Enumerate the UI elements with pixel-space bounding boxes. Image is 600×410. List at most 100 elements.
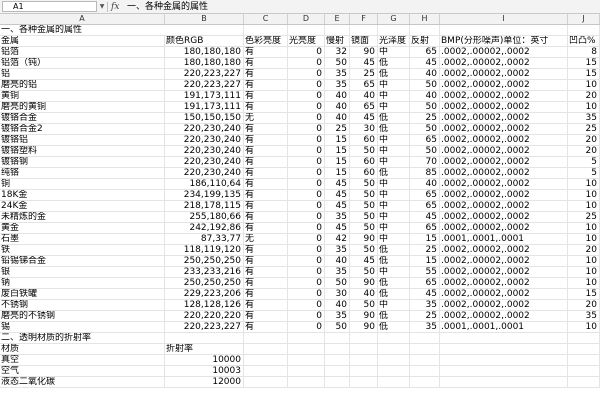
cell-h13[interactable]: 70 xyxy=(410,157,440,168)
cell-b33[interactable]: 12000 xyxy=(165,377,244,388)
cell-i25[interactable]: .0002,.00002,.0002 xyxy=(440,289,568,300)
cell-f8[interactable]: 65 xyxy=(350,102,378,113)
cell-j18[interactable]: 25 xyxy=(568,212,600,223)
cell-c5[interactable]: 有 xyxy=(244,69,288,80)
cell-f12[interactable]: 50 xyxy=(350,146,378,157)
cell-e26[interactable]: 40 xyxy=(325,300,350,311)
cell-d8[interactable]: 0 xyxy=(288,102,325,113)
cell-g30[interactable] xyxy=(378,344,410,355)
column-header-j[interactable]: J xyxy=(568,14,600,24)
cell-g25[interactable]: 低 xyxy=(378,289,410,300)
cell-i30[interactable] xyxy=(440,344,568,355)
cell-g24[interactable]: 低 xyxy=(378,278,410,289)
cell-c32[interactable] xyxy=(244,366,288,377)
cell-g13[interactable]: 中 xyxy=(378,157,410,168)
cell-c7[interactable]: 有 xyxy=(244,91,288,102)
cell-f3[interactable]: 90 xyxy=(350,47,378,58)
cell-j17[interactable]: 10 xyxy=(568,201,600,212)
cell-g19[interactable]: 中 xyxy=(378,223,410,234)
cell-a29[interactable]: 二、透明材质的折射率 xyxy=(0,333,165,344)
cell-c14[interactable]: 有 xyxy=(244,168,288,179)
cell-f6[interactable]: 65 xyxy=(350,80,378,91)
cell-b7[interactable]: 191,173,111 xyxy=(165,91,244,102)
cell-j16[interactable]: 10 xyxy=(568,190,600,201)
column-header-i[interactable]: I xyxy=(440,14,568,24)
cell-d3[interactable]: 0 xyxy=(288,47,325,58)
cell-i26[interactable]: .0002,.00002,.0002 xyxy=(440,300,568,311)
cell-i12[interactable]: .0002,.00002,.0002 xyxy=(440,146,568,157)
cell-d24[interactable]: 0 xyxy=(288,278,325,289)
cell-e27[interactable]: 35 xyxy=(325,311,350,322)
cell-g18[interactable]: 中 xyxy=(378,212,410,223)
cell-e22[interactable]: 40 xyxy=(325,256,350,267)
cell-e29[interactable] xyxy=(325,333,350,344)
cell-e25[interactable]: 30 xyxy=(325,289,350,300)
cell-h2[interactable]: 反射 xyxy=(410,36,440,47)
cell-c12[interactable]: 有 xyxy=(244,146,288,157)
column-header-b[interactable]: B xyxy=(165,14,244,24)
cell-c30[interactable] xyxy=(244,344,288,355)
cell-e3[interactable]: 32 xyxy=(325,47,350,58)
cell-c1[interactable] xyxy=(244,25,288,36)
cell-h6[interactable]: 50 xyxy=(410,80,440,91)
cell-j2[interactable]: 凹凸% xyxy=(568,36,600,47)
cell-h5[interactable]: 40 xyxy=(410,69,440,80)
cell-e23[interactable]: 35 xyxy=(325,267,350,278)
cell-g16[interactable]: 中 xyxy=(378,190,410,201)
cell-a26[interactable]: 不锈钢 xyxy=(0,300,165,311)
cell-j21[interactable]: 20 xyxy=(568,245,600,256)
cell-g1[interactable] xyxy=(378,25,410,36)
formula-input[interactable]: 一、各种金属的属性 xyxy=(127,0,208,14)
cell-f1[interactable] xyxy=(350,25,378,36)
cell-a21[interactable]: 铁 xyxy=(0,245,165,256)
cell-c21[interactable]: 有 xyxy=(244,245,288,256)
cell-i21[interactable]: .0002,.00002,.0002 xyxy=(440,245,568,256)
cell-e31[interactable] xyxy=(325,355,350,366)
cell-i15[interactable]: .0002,.00002,.0002 xyxy=(440,179,568,190)
cell-g15[interactable]: 中 xyxy=(378,179,410,190)
cell-g14[interactable]: 低 xyxy=(378,168,410,179)
insert-function-icon[interactable]: fx xyxy=(111,0,119,14)
cell-e28[interactable]: 50 xyxy=(325,322,350,333)
cell-c20[interactable]: 无 xyxy=(244,234,288,245)
cell-j22[interactable]: 10 xyxy=(568,256,600,267)
cell-c25[interactable]: 有 xyxy=(244,289,288,300)
cell-h9[interactable]: 25 xyxy=(410,113,440,124)
cell-a1[interactable]: 一、各种金属的属性 xyxy=(0,25,165,36)
cell-j13[interactable]: 5 xyxy=(568,157,600,168)
cell-f23[interactable]: 50 xyxy=(350,267,378,278)
cell-j32[interactable] xyxy=(568,366,600,377)
cell-g22[interactable]: 低 xyxy=(378,256,410,267)
column-header-e[interactable]: E xyxy=(325,14,350,24)
cell-i4[interactable]: .0002,.00002,.0002 xyxy=(440,58,568,69)
cell-a7[interactable]: 黄铜 xyxy=(0,91,165,102)
cell-d31[interactable] xyxy=(288,355,325,366)
cell-c22[interactable]: 有 xyxy=(244,256,288,267)
cell-f5[interactable]: 25 xyxy=(350,69,378,80)
cell-a15[interactable]: 铜 xyxy=(0,179,165,190)
cell-j1[interactable] xyxy=(568,25,600,36)
cell-j6[interactable]: 10 xyxy=(568,80,600,91)
cell-e6[interactable]: 35 xyxy=(325,80,350,91)
cell-a28[interactable]: 锡 xyxy=(0,322,165,333)
cell-f32[interactable] xyxy=(350,366,378,377)
cell-a19[interactable]: 黄金 xyxy=(0,223,165,234)
cell-b21[interactable]: 118,119,120 xyxy=(165,245,244,256)
cell-i16[interactable]: .0002,.00002,.0002 xyxy=(440,190,568,201)
cell-i13[interactable]: .0002,.00002,.0002 xyxy=(440,157,568,168)
cell-g28[interactable]: 低 xyxy=(378,322,410,333)
cell-j10[interactable]: 25 xyxy=(568,124,600,135)
cell-b26[interactable]: 128,128,126 xyxy=(165,300,244,311)
cell-f28[interactable]: 90 xyxy=(350,322,378,333)
cell-b16[interactable]: 234,199,135 xyxy=(165,190,244,201)
cell-e24[interactable]: 50 xyxy=(325,278,350,289)
cell-g32[interactable] xyxy=(378,366,410,377)
cell-d2[interactable]: 光亮度 xyxy=(288,36,325,47)
cell-h3[interactable]: 65 xyxy=(410,47,440,58)
cell-b30[interactable]: 折射率 xyxy=(165,344,244,355)
cell-i27[interactable]: .0002,.00002,.0002 xyxy=(440,311,568,322)
cell-i18[interactable]: .0002,.00002,.0002 xyxy=(440,212,568,223)
cell-i11[interactable]: .0002,.00002,.0002 xyxy=(440,135,568,146)
cell-c11[interactable]: 有 xyxy=(244,135,288,146)
cell-b29[interactable] xyxy=(165,333,244,344)
